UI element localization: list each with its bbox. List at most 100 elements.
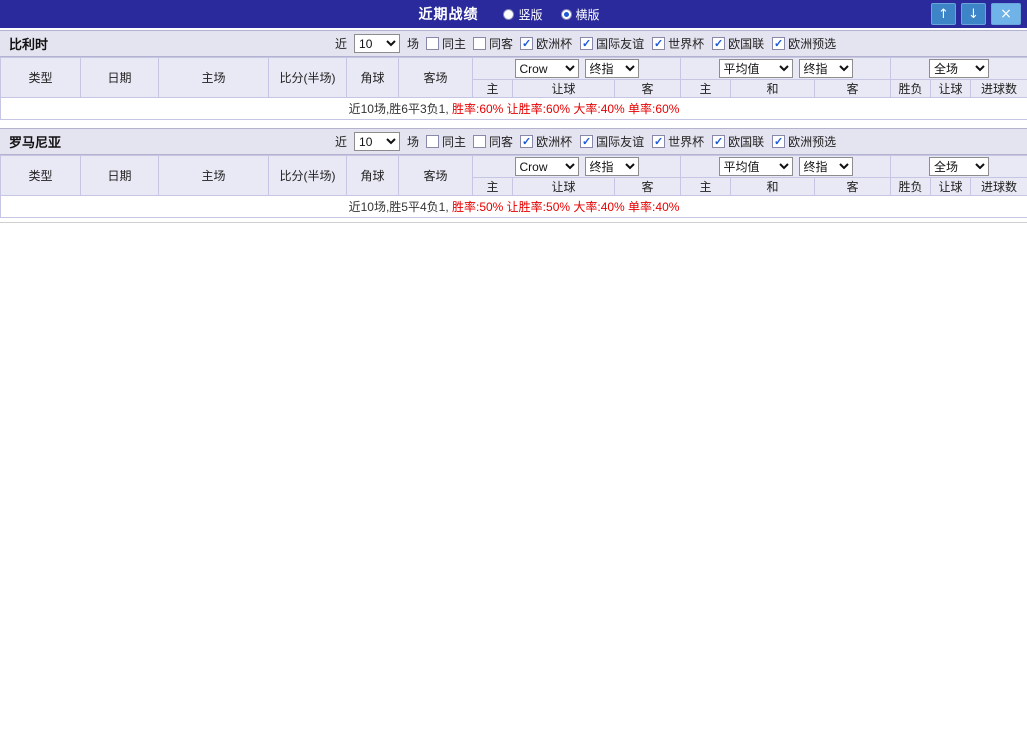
checkbox-competition[interactable]: ✓欧洲杯: [520, 133, 572, 150]
col-result-goals: 进球数: [971, 80, 1027, 98]
checkbox-same-home[interactable]: 同主: [426, 133, 466, 150]
bookmaker-select[interactable]: Crow: [515, 157, 579, 176]
average-odds-group: 平均值 终指: [681, 156, 891, 178]
checkbox-unchecked-icon: [473, 37, 486, 50]
col-away: 客场: [399, 156, 473, 196]
results-table: 类型 日期 主场 比分(半场) 角球 客场 Crow 终指 平均值 终指: [0, 57, 1027, 120]
col-odds-home: 主: [473, 80, 513, 98]
col-result-wdl: 胜负: [891, 178, 931, 196]
col-result-handicap: 让球: [931, 80, 971, 98]
checkbox-competition[interactable]: ✓世界杯: [652, 35, 704, 52]
col-score: 比分(半场): [269, 58, 347, 98]
checkbox-competition[interactable]: ✓欧国联: [712, 133, 764, 150]
col-avg-draw: 和: [731, 80, 815, 98]
period-group: 全场: [891, 156, 1027, 178]
recent-label: 近: [335, 133, 347, 150]
checkbox-checked-icon: ✓: [772, 135, 785, 148]
team-name-header: 罗马尼亚: [0, 132, 335, 151]
col-home: 主场: [159, 58, 269, 98]
close-button[interactable]: ×: [991, 3, 1021, 25]
odds-time-select[interactable]: 终指: [585, 59, 639, 78]
checkbox-competition[interactable]: ✓欧洲杯: [520, 35, 572, 52]
col-date: 日期: [81, 58, 159, 98]
checkbox-checked-icon: ✓: [772, 37, 785, 50]
titlebar: 近期战绩 竖版 横版 ↑ ↓ ×: [0, 0, 1027, 28]
col-home: 主场: [159, 156, 269, 196]
average-odds-group: 平均值 终指: [681, 58, 891, 80]
col-odds-away: 客: [615, 80, 681, 98]
radio-selected-icon: [561, 9, 572, 20]
arrow-down-icon: ↓: [968, 7, 979, 22]
col-handicap: 让球: [513, 178, 615, 196]
checkbox-same-away[interactable]: 同客: [473, 133, 513, 150]
period-select[interactable]: 全场: [929, 59, 989, 78]
checkbox-competition[interactable]: ✓世界杯: [652, 133, 704, 150]
col-type: 类型: [1, 58, 81, 98]
checkbox-checked-icon: ✓: [652, 135, 665, 148]
average-select[interactable]: 平均值: [719, 59, 793, 78]
period-group: 全场: [891, 58, 1027, 80]
col-avg-draw: 和: [731, 178, 815, 196]
move-up-button[interactable]: ↑: [931, 3, 956, 25]
bottom-divider: [0, 222, 1027, 223]
checkbox-competition[interactable]: ✓国际友谊: [580, 133, 644, 150]
team-name-header: 比利时: [0, 34, 335, 53]
team-filter-bar: 罗马尼亚 近 10 场 同主 同客 ✓欧洲杯 ✓国际友谊 ✓世界杯 ✓欧国联 ✓欧洲预选: [0, 128, 1027, 155]
summary-row: 近10场,胜5平4负1, 胜率:50% 让胜率:50% 大率:40% 单率:40…: [1, 196, 1027, 218]
summary-rates: 胜率:60% 让胜率:60% 大率:40% 单率:60%: [452, 102, 679, 116]
checkbox-checked-icon: ✓: [652, 37, 665, 50]
col-type: 类型: [1, 156, 81, 196]
col-date: 日期: [81, 156, 159, 196]
col-result-handicap: 让球: [931, 178, 971, 196]
col-result-goals: 进球数: [971, 178, 1027, 196]
summary-record: 近10场,胜5平4负1,: [349, 200, 452, 214]
col-handicap: 让球: [513, 80, 615, 98]
col-avg-away: 客: [815, 178, 891, 196]
radio-vertical-layout[interactable]: 竖版: [503, 6, 542, 23]
games-label: 场: [407, 35, 419, 52]
odds-time-select[interactable]: 终指: [585, 157, 639, 176]
col-score: 比分(半场): [269, 156, 347, 196]
summary-rates: 胜率:50% 让胜率:50% 大率:40% 单率:40%: [452, 200, 679, 214]
arrow-up-icon: ↑: [938, 7, 949, 22]
period-select[interactable]: 全场: [929, 157, 989, 176]
checkbox-competition[interactable]: ✓欧国联: [712, 35, 764, 52]
col-odds-away: 客: [615, 178, 681, 196]
average-time-select[interactable]: 终指: [799, 59, 853, 78]
checkbox-checked-icon: ✓: [712, 37, 725, 50]
average-select[interactable]: 平均值: [719, 157, 793, 176]
radio-horizontal-layout[interactable]: 横版: [561, 6, 600, 23]
checkbox-unchecked-icon: [473, 135, 486, 148]
checkbox-same-home[interactable]: 同主: [426, 35, 466, 52]
recent-label: 近: [335, 35, 347, 52]
checkbox-same-away[interactable]: 同客: [473, 35, 513, 52]
checkbox-unchecked-icon: [426, 135, 439, 148]
checkbox-competition[interactable]: ✓欧洲预选: [772, 133, 836, 150]
titlebar-buttons: ↑ ↓ ×: [931, 3, 1021, 25]
col-away: 客场: [399, 58, 473, 98]
handicap-odds-group: Crow 终指: [473, 58, 681, 80]
checkbox-unchecked-icon: [426, 37, 439, 50]
recent-count-select[interactable]: 10: [354, 34, 400, 53]
checkbox-checked-icon: ✓: [520, 37, 533, 50]
games-label: 场: [407, 133, 419, 150]
checkbox-competition[interactable]: ✓国际友谊: [580, 35, 644, 52]
radio-icon: [503, 9, 514, 20]
competition-filter-group: ✓欧洲杯 ✓国际友谊 ✓世界杯 ✓欧国联 ✓欧洲预选: [520, 133, 836, 150]
recent-count-select[interactable]: 10: [354, 132, 400, 151]
checkbox-competition[interactable]: ✓欧洲预选: [772, 35, 836, 52]
results-table: 类型 日期 主场 比分(半场) 角球 客场 Crow 终指 平均值 终指: [0, 155, 1027, 218]
summary-row: 近10场,胜6平3负1, 胜率:60% 让胜率:60% 大率:40% 单率:60…: [1, 98, 1027, 120]
team-section-romania: 罗马尼亚 近 10 场 同主 同客 ✓欧洲杯 ✓国际友谊 ✓世界杯 ✓欧国联 ✓欧洲预选: [0, 128, 1027, 218]
checkbox-checked-icon: ✓: [580, 37, 593, 50]
checkbox-checked-icon: ✓: [712, 135, 725, 148]
col-corner: 角球: [347, 58, 399, 98]
checkbox-checked-icon: ✓: [520, 135, 533, 148]
summary-cell: 近10场,胜6平3负1, 胜率:60% 让胜率:60% 大率:40% 单率:60…: [1, 98, 1027, 120]
col-corner: 角球: [347, 156, 399, 196]
average-time-select[interactable]: 终指: [799, 157, 853, 176]
bookmaker-select[interactable]: Crow: [515, 59, 579, 78]
team-filter-bar: 比利时 近 10 场 同主 同客 ✓欧洲杯 ✓国际友谊 ✓世界杯 ✓欧国联 ✓欧洲预选: [0, 30, 1027, 57]
checkbox-checked-icon: ✓: [580, 135, 593, 148]
move-down-button[interactable]: ↓: [961, 3, 986, 25]
